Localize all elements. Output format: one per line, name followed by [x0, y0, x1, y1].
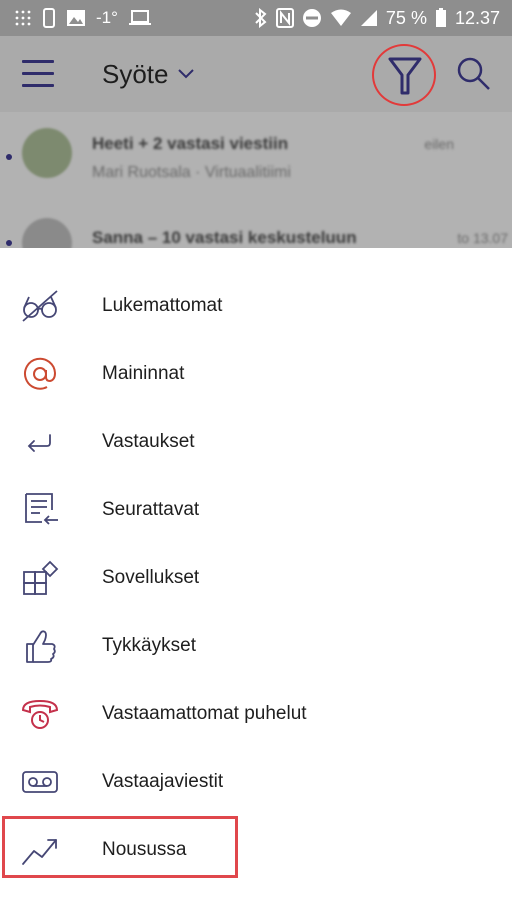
- search-button[interactable]: [456, 56, 496, 96]
- filter-item-tykkaykset[interactable]: Tykkäykset: [0, 612, 512, 680]
- app-header: Syöte: [0, 36, 512, 112]
- filter-item-label: Sovellukset: [102, 567, 200, 588]
- filter-item-label: Vastaamattomat puhelut: [102, 703, 307, 724]
- filter-item-label: Vastaajaviestit: [102, 771, 224, 792]
- temperature-text: -1°: [96, 8, 118, 27]
- filter-item-label: Vastaukset: [102, 431, 195, 452]
- avatar: [22, 128, 72, 178]
- status-left-group: -1°: [14, 6, 152, 30]
- unread-dot: [6, 154, 12, 160]
- filter-item-label: Seurattavat: [102, 499, 200, 520]
- filter-icon: [388, 57, 422, 95]
- filter-item-sovellukset[interactable]: Sovellukset: [0, 544, 512, 612]
- filter-item-label: Lukemattomat: [102, 295, 223, 316]
- hamburger-menu-icon[interactable]: [22, 60, 56, 88]
- filter-item-label: Nousussa: [102, 839, 187, 860]
- chevron-down-icon: [177, 69, 194, 79]
- filter-item-maininnat[interactable]: Maininnat: [0, 340, 512, 408]
- filter-item-seurattavat[interactable]: Seurattavat: [0, 476, 512, 544]
- unread-dot: [6, 240, 12, 246]
- apps-icon: [23, 560, 59, 595]
- feed-item-time: to 13.07: [457, 230, 508, 246]
- clock-text: 12.37: [454, 7, 500, 28]
- filter-item-label: Tykkäykset: [102, 635, 196, 656]
- filter-button[interactable]: [370, 44, 442, 106]
- laptop-icon: [128, 10, 151, 25]
- list-item[interactable]: Sanna – 10 vastasi keskusteluun to 13.07: [0, 204, 512, 248]
- page-title: Syöte: [102, 58, 169, 89]
- do-not-disturb-icon: [302, 9, 321, 27]
- image-icon: [67, 10, 85, 26]
- avatar: [22, 218, 72, 248]
- trending-up-icon: [22, 839, 57, 865]
- battery-icon: [435, 8, 446, 27]
- app-grid-icon: [15, 10, 31, 26]
- feed-item-time: eilen: [424, 136, 454, 152]
- unread-glasses-icon: [22, 290, 58, 322]
- bluetooth-icon: [255, 8, 267, 28]
- filter-item-lukemattomat[interactable]: Lukemattomat: [0, 272, 512, 340]
- feed-item-title: Sanna – 10 vastasi keskusteluun: [92, 228, 357, 247]
- at-mention-icon: [24, 357, 57, 390]
- signal-icon: [360, 10, 377, 26]
- feed-item-title: Heeti + 2 vastasi viestiin: [92, 134, 289, 153]
- thumbs-up-icon: [26, 630, 56, 663]
- list-item[interactable]: Heeti + 2 vastasi viestiin Mari Ruotsala…: [0, 112, 512, 202]
- wifi-icon: [330, 9, 351, 26]
- activity-feed: Heeti + 2 vastasi viestiin Mari Ruotsala…: [0, 112, 512, 248]
- voicemail-icon: [22, 771, 58, 793]
- missed-call-icon: [21, 699, 59, 729]
- filter-item-vastaajaviestit[interactable]: Vastaajaviestit: [0, 748, 512, 816]
- status-bar: -1° 75 % 12.37: [0, 0, 512, 36]
- followed-list-icon: [25, 493, 58, 525]
- reply-arrow-icon: [27, 434, 51, 452]
- filter-sheet: Lukemattomat Maininnat Vastaukset Seurat…: [0, 248, 512, 908]
- filter-item-nousussa[interactable]: Nousussa: [0, 816, 512, 884]
- feed-title-dropdown[interactable]: Syöte: [102, 56, 195, 92]
- status-right-group: 75 % 12.37: [254, 6, 500, 30]
- battery-percent-text: 75 %: [385, 7, 427, 28]
- search-icon: [457, 57, 490, 90]
- phone-icon: [43, 8, 55, 28]
- filter-item-vastaukset[interactable]: Vastaukset: [0, 408, 512, 476]
- filter-item-label: Maininnat: [102, 363, 185, 384]
- filter-item-vastaamattomat-puhelut[interactable]: Vastaamattomat puhelut: [0, 680, 512, 748]
- feed-item-subtitle: Mari Ruotsala · Virtuaalitiimi: [92, 164, 291, 181]
- nfc-icon: [275, 8, 294, 28]
